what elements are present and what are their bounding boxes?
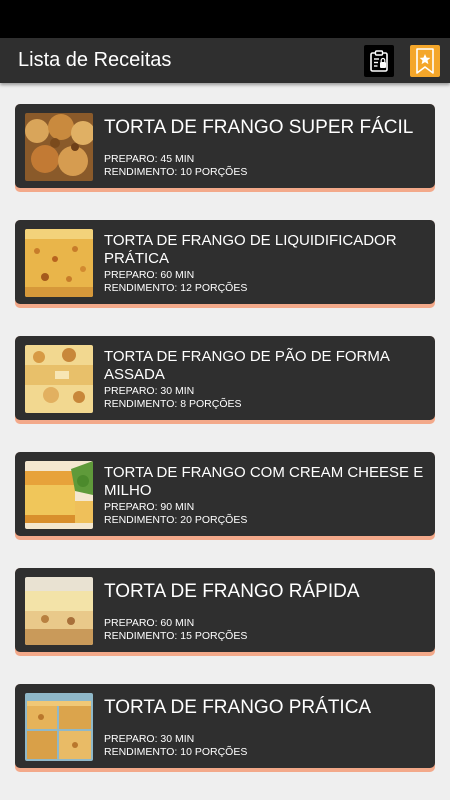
recipe-yield: RENDIMENTO: 20 PORÇÕES [104,514,248,526]
recipe-prep-time: PREPARO: 60 MIN [104,269,195,281]
recipe-prep-time: PREPARO: 30 MIN [104,733,195,745]
favorites-button[interactable] [410,44,440,77]
recipe-card[interactable]: TORTA DE FRANGO DE PÃO DE FORMA ASSADA P… [15,336,435,424]
recipe-title: TORTA DE FRANGO RÁPIDA [104,581,360,602]
recipe-title: TORTA DE FRANGO SUPER FÁCIL [104,117,414,138]
recipe-title: TORTA DE FRANGO COM CREAM CHEESE E MILHO [104,464,424,499]
recipe-yield: RENDIMENTO: 10 PORÇÕES [104,166,248,178]
recipe-thumbnail [25,577,93,645]
recipe-prep-time: PREPARO: 60 MIN [104,617,195,629]
app-bar: Lista de Receitas [0,38,450,83]
recipe-card[interactable]: TORTA DE FRANGO SUPER FÁCIL PREPARO: 45 … [15,104,435,192]
recipe-card[interactable]: TORTA DE FRANGO RÁPIDA PREPARO: 60 MIN R… [15,568,435,656]
page-title: Lista de Receitas [18,49,172,71]
recipe-title: TORTA DE FRANGO DE LIQUIDIFICADOR PRÁTIC… [104,232,397,267]
recipe-card[interactable]: TORTA DE FRANGO PRÁTICA PREPARO: 30 MIN … [15,684,435,772]
recipe-thumbnail [25,229,93,297]
recipe-yield: RENDIMENTO: 8 PORÇÕES [104,398,242,410]
recipe-title: TORTA DE FRANGO PRÁTICA [104,697,372,718]
recipe-yield: RENDIMENTO: 15 PORÇÕES [104,630,248,642]
recipe-prep-time: PREPARO: 90 MIN [104,501,195,513]
recipe-thumbnail [25,693,93,761]
recipe-yield: RENDIMENTO: 10 PORÇÕES [104,746,248,758]
recipe-thumbnail [25,345,93,413]
clipboard-lock-button[interactable] [364,44,394,77]
star-bookmark-icon [416,47,434,74]
recipe-card[interactable]: TORTA DE FRANGO DE LIQUIDIFICADOR PRÁTIC… [15,220,435,308]
recipe-list: TORTA DE FRANGO SUPER FÁCIL PREPARO: 45 … [0,83,450,772]
recipe-title: TORTA DE FRANGO DE PÃO DE FORMA ASSADA [104,348,390,383]
recipe-prep-time: PREPARO: 30 MIN [104,385,195,397]
recipe-prep-time: PREPARO: 45 MIN [104,153,195,165]
recipe-thumbnail [25,113,93,181]
status-bar [0,0,450,38]
recipe-card[interactable]: TORTA DE FRANGO COM CREAM CHEESE E MILHO… [15,452,435,540]
recipe-thumbnail [25,461,93,529]
clipboard-lock-icon [370,49,388,72]
recipe-yield: RENDIMENTO: 12 PORÇÕES [104,282,248,294]
